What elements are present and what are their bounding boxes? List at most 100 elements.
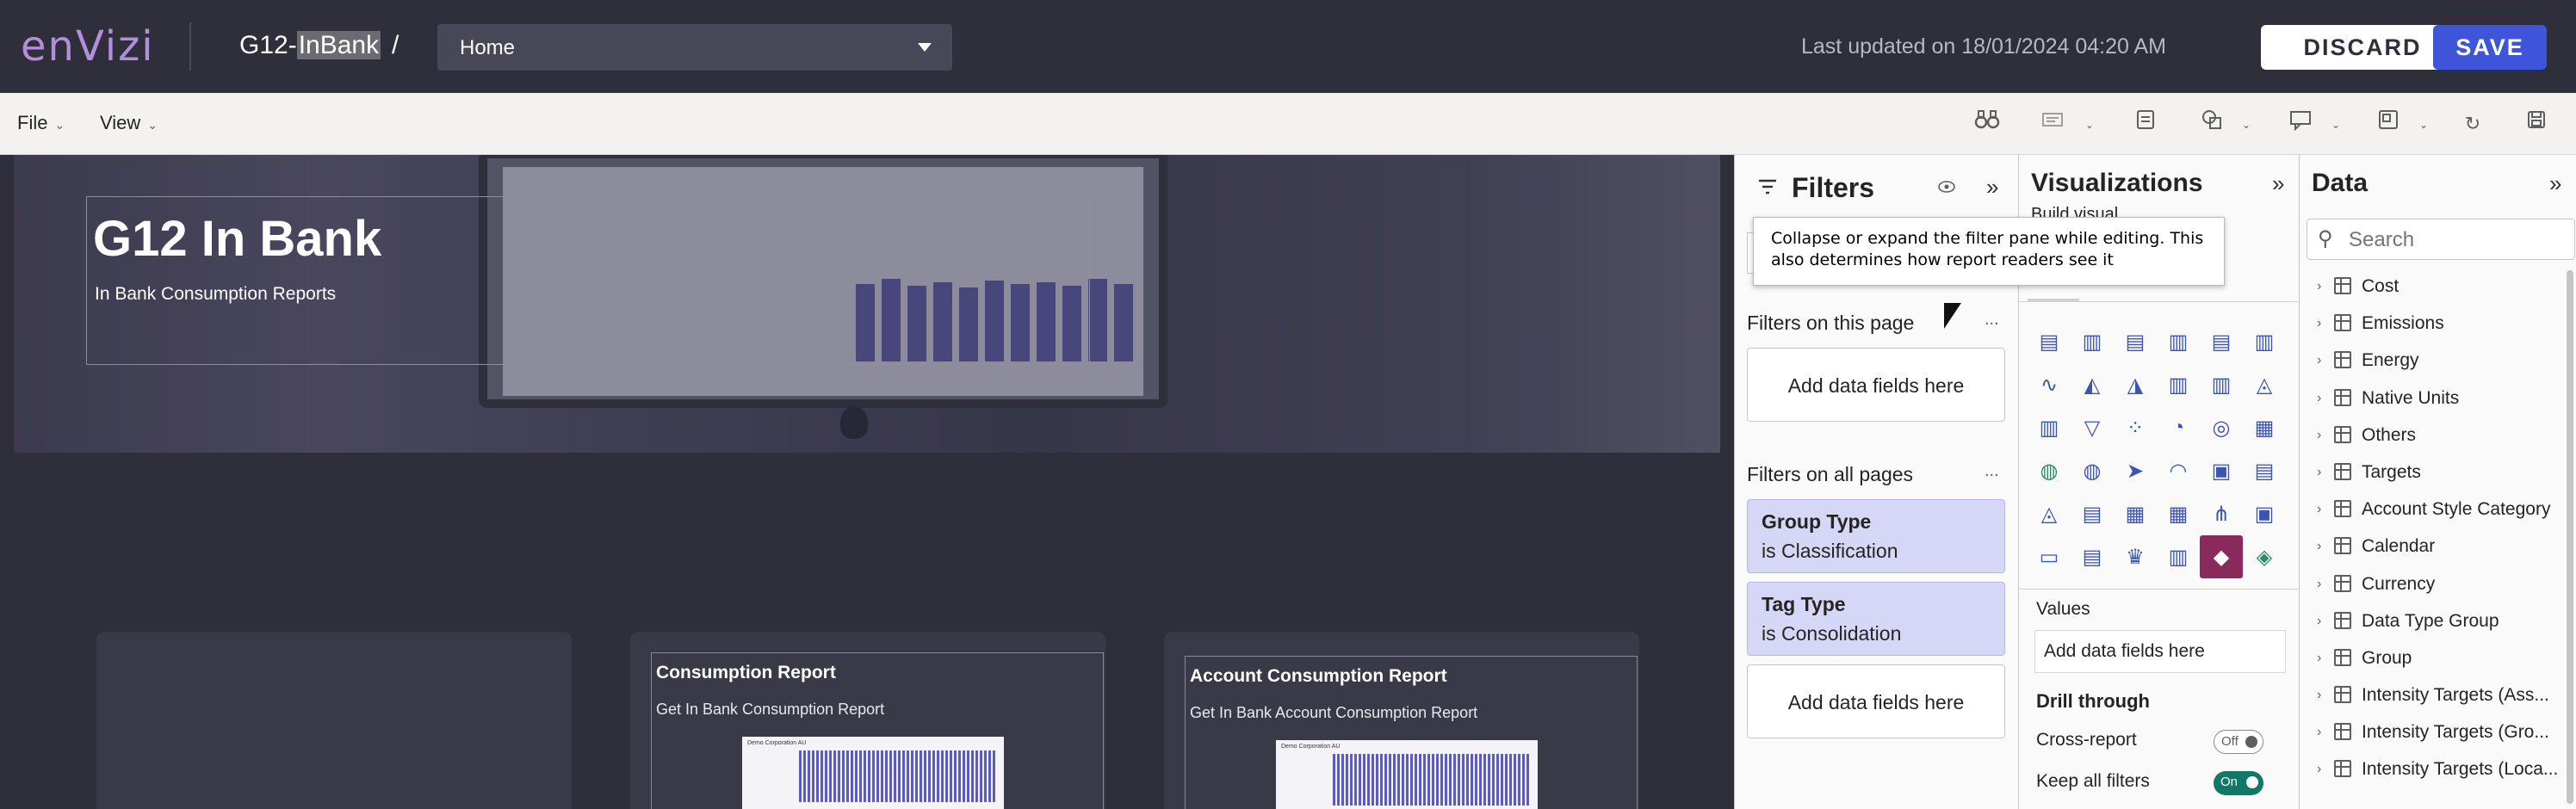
chevron-right-icon[interactable]: › (2317, 428, 2321, 443)
file-menu[interactable]: File ⌄ (17, 112, 65, 134)
data-table-item[interactable]: › Energy (2300, 344, 2568, 381)
line-clustered-icon[interactable]: ▥ (2200, 363, 2243, 406)
waterfall-icon[interactable]: ▥ (2028, 406, 2071, 449)
save-button[interactable]: SAVE (2433, 25, 2547, 70)
slicer-icon[interactable]: ▤ (2071, 492, 2114, 535)
chevron-down-icon[interactable]: ⌄ (2419, 119, 2428, 131)
pie-chart-icon[interactable]: ◔ (2157, 406, 2200, 449)
line-chart-icon[interactable]: ∿ (2028, 363, 2071, 406)
data-table-item[interactable]: › Native Units (2300, 382, 2568, 419)
line-column-icon[interactable]: ▥ (2157, 363, 2200, 406)
scatter-icon[interactable]: ⁘ (2114, 406, 2157, 449)
comment-icon[interactable] (2130, 108, 2161, 139)
collapse-visualizations-icon[interactable]: » (2272, 170, 2284, 197)
data-table-item[interactable]: › Intensity Targets (Ass... (2300, 679, 2568, 716)
chevron-right-icon[interactable]: › (2317, 391, 2321, 406)
chevron-right-icon[interactable]: › (2317, 614, 2321, 629)
100-bar-icon[interactable]: ▤ (2200, 320, 2243, 363)
card-icon[interactable]: ▣ (2200, 449, 2243, 492)
filter-card-group-type[interactable]: Group Type is Classification (1747, 499, 2005, 573)
paginated-icon[interactable]: ▤ (2071, 535, 2114, 578)
data-table-item[interactable]: › Calendar (2300, 530, 2568, 567)
report-canvas[interactable]: G12 In Bank In Bank Consumption Reports … (0, 155, 1734, 809)
clustered-column-icon[interactable]: ▥ (2157, 320, 2200, 363)
chevron-right-icon[interactable]: › (2317, 316, 2321, 331)
nav-card-consumption-report[interactable]: Consumption Report Get In Bank Consumpti… (630, 632, 1105, 809)
chevron-down-icon[interactable]: ⌄ (2085, 119, 2094, 131)
keep-all-filters-toggle[interactable]: On (2214, 771, 2263, 795)
treemap-icon[interactable]: ▦ (2243, 406, 2286, 449)
trophy-icon[interactable]: ♛ (2114, 535, 2157, 578)
power-apps-icon[interactable]: ◆ (2200, 535, 2243, 578)
chevron-right-icon[interactable]: › (2317, 353, 2321, 368)
filter-card-tag-type[interactable]: Tag Type is Consolidation (1747, 582, 2005, 656)
key-influencers-icon[interactable]: ▣ (2243, 492, 2286, 535)
chevron-right-icon[interactable]: › (2317, 539, 2321, 554)
eye-icon[interactable] (1938, 176, 1955, 198)
binoculars-icon[interactable] (1972, 108, 2003, 139)
stacked-column-icon[interactable]: ▥ (2071, 320, 2114, 363)
refresh-icon[interactable]: ↻ (2457, 108, 2488, 139)
collapse-filters-icon[interactable]: » (1986, 174, 1998, 201)
chevron-right-icon[interactable]: › (2317, 279, 2321, 294)
data-table-item[interactable]: › Others (2300, 419, 2568, 456)
nav-card-empty[interactable] (96, 632, 572, 809)
data-table-item[interactable]: › Data Type Group (2300, 605, 2568, 642)
stacked-bar-icon[interactable]: ▤ (2028, 320, 2071, 363)
chevron-right-icon[interactable]: › (2317, 502, 2321, 517)
matrix-icon[interactable]: ▦ (2157, 492, 2200, 535)
add-page-filter-dropzone[interactable]: Add data fields here (1747, 348, 2005, 422)
shapes-icon[interactable] (2197, 108, 2228, 139)
data-search-box[interactable]: ⚲ (2307, 219, 2575, 260)
chevron-right-icon[interactable]: › (2317, 688, 2321, 703)
donut-chart-icon[interactable]: ◎ (2200, 406, 2243, 449)
kpi-icon[interactable]: ◬ (2028, 492, 2071, 535)
100-column-icon[interactable]: ▥ (2243, 320, 2286, 363)
data-table-item[interactable]: › Emissions (2300, 307, 2568, 344)
data-table-item[interactable]: › Currency (2300, 568, 2568, 605)
scrollbar[interactable] (2567, 270, 2573, 804)
visual-icon[interactable] (2373, 108, 2404, 139)
funnel-icon[interactable]: ▽ (2071, 406, 2114, 449)
data-table-item[interactable]: › Cost (2300, 270, 2568, 307)
chevron-right-icon[interactable]: › (2317, 651, 2321, 666)
add-all-pages-filter-dropzone[interactable]: Add data fields here (1747, 664, 2005, 738)
gauge-icon[interactable]: ◠ (2157, 449, 2200, 492)
build-visual-tab[interactable] (2028, 287, 2079, 301)
data-table-item[interactable]: › Intensity Targets (Gro... (2300, 716, 2568, 753)
ribbon-chart-icon[interactable]: ◬ (2243, 363, 2286, 406)
map-icon[interactable]: ◍ (2028, 449, 2071, 492)
report-icon[interactable]: ▥ (2157, 535, 2200, 578)
text-box-icon[interactable] (2037, 108, 2068, 139)
chat-icon[interactable] (2285, 108, 2316, 139)
filled-map-icon[interactable]: ◍ (2071, 449, 2114, 492)
chevron-down-icon[interactable]: ⌄ (2242, 119, 2251, 131)
save-icon[interactable] (2521, 108, 2552, 139)
more-options-icon[interactable]: ... (1985, 310, 1999, 330)
decomposition-icon[interactable]: ⋔ (2200, 492, 2243, 535)
data-table-item[interactable]: › Group (2300, 642, 2568, 679)
clustered-bar-icon[interactable]: ▤ (2114, 320, 2157, 363)
data-table-item[interactable]: › Account Style Category (2300, 493, 2568, 530)
page-selector[interactable]: Home (437, 24, 952, 71)
data-table-item[interactable]: › Targets (2300, 456, 2568, 493)
nav-card-account-consumption-report[interactable]: Account Consumption Report Get In Bank A… (1164, 632, 1639, 809)
values-dropzone[interactable]: Add data fields here (2034, 630, 2286, 673)
more-options-icon[interactable]: ... (1985, 461, 1999, 481)
view-menu[interactable]: View ⌄ (100, 112, 158, 134)
azure-map-icon[interactable]: ➤ (2114, 449, 2157, 492)
chevron-right-icon[interactable]: › (2317, 762, 2321, 777)
chevron-down-icon[interactable]: ⌄ (2331, 119, 2340, 131)
data-table-item[interactable]: › Intensity Targets (Loca... (2300, 753, 2568, 790)
chevron-right-icon[interactable]: › (2317, 725, 2321, 740)
envizi-logo[interactable]: enVizi (21, 22, 155, 71)
multi-row-card-icon[interactable]: ▤ (2243, 449, 2286, 492)
diamond-icon[interactable]: ◈ (2243, 535, 2286, 578)
collapse-data-icon[interactable]: » (2549, 170, 2561, 197)
area-chart-icon[interactable]: ◭ (2071, 363, 2114, 406)
cross-report-toggle[interactable]: Off (2214, 730, 2263, 754)
qa-icon[interactable]: ▭ (2028, 535, 2071, 578)
table-icon[interactable]: ▦ (2114, 492, 2157, 535)
chevron-right-icon[interactable]: › (2317, 577, 2321, 592)
stacked-area-icon[interactable]: ◮ (2114, 363, 2157, 406)
